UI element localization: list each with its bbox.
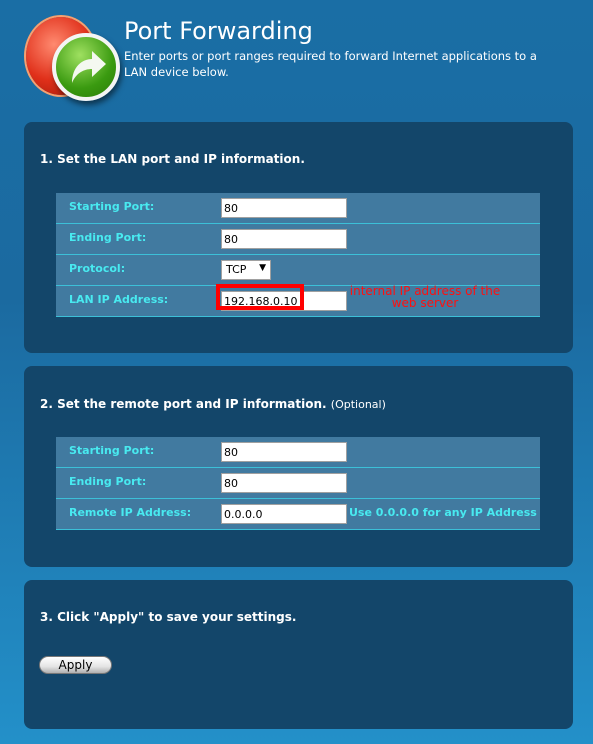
ending-port-label: Ending Port: bbox=[69, 231, 147, 244]
protocol-select[interactable]: TCP ▼ bbox=[221, 260, 271, 280]
table-row: Remote IP Address: Use 0.0.0.0 for any I… bbox=[56, 499, 540, 530]
section-2-heading: 2. Set the remote port and IP informatio… bbox=[40, 397, 386, 411]
ending-port-label: Ending Port: bbox=[69, 475, 147, 488]
apply-panel: 3. Click "Apply" to save your settings. … bbox=[24, 580, 573, 729]
section-2-title: 2. Set the remote port and IP informatio… bbox=[40, 397, 327, 411]
remote-settings-panel: 2. Set the remote port and IP informatio… bbox=[24, 366, 573, 567]
starting-port-label: Starting Port: bbox=[69, 200, 155, 213]
table-row: Starting Port: bbox=[56, 437, 540, 468]
remote-ending-port-input[interactable] bbox=[221, 473, 347, 493]
table-row: Starting Port: bbox=[56, 193, 540, 224]
section-1-heading: 1. Set the LAN port and IP information. bbox=[40, 152, 305, 166]
protocol-label: Protocol: bbox=[69, 262, 126, 275]
lan-starting-port-input[interactable] bbox=[221, 198, 347, 218]
table-row: Protocol: TCP ▼ bbox=[56, 255, 540, 286]
optional-label: (Optional) bbox=[330, 398, 386, 411]
highlight-box bbox=[216, 284, 304, 310]
remote-ip-input[interactable] bbox=[221, 504, 347, 524]
dropdown-arrow-icon: ▼ bbox=[259, 263, 266, 273]
protocol-value: TCP bbox=[226, 263, 247, 276]
lan-ip-annotation: internal IP address of the web server bbox=[349, 284, 501, 310]
lan-ip-label: LAN IP Address: bbox=[69, 293, 169, 306]
lan-settings-table: Starting Port: Ending Port: Protocol: TC… bbox=[56, 193, 540, 317]
remote-starting-port-input[interactable] bbox=[221, 442, 347, 462]
table-row: Ending Port: bbox=[56, 224, 540, 255]
lan-settings-panel: 1. Set the LAN port and IP information. … bbox=[24, 122, 573, 353]
forward-arrow-icon bbox=[52, 33, 120, 101]
starting-port-label: Starting Port: bbox=[69, 444, 155, 457]
page-title: Port Forwarding bbox=[124, 17, 313, 45]
lan-ending-port-input[interactable] bbox=[221, 229, 347, 249]
apply-button[interactable]: Apply bbox=[39, 656, 112, 674]
remote-ip-hint: Use 0.0.0.0 for any IP Address bbox=[349, 506, 537, 519]
page-description: Enter ports or port ranges required to f… bbox=[124, 49, 537, 79]
section-3-heading: 3. Click "Apply" to save your settings. bbox=[40, 610, 297, 624]
remote-settings-table: Starting Port: Ending Port: Remote IP Ad… bbox=[56, 437, 540, 530]
table-row: Ending Port: bbox=[56, 468, 540, 499]
port-forwarding-logo bbox=[26, 15, 120, 103]
table-row: LAN IP Address: internal IP address of t… bbox=[56, 284, 540, 317]
remote-ip-label: Remote IP Address: bbox=[69, 506, 192, 519]
